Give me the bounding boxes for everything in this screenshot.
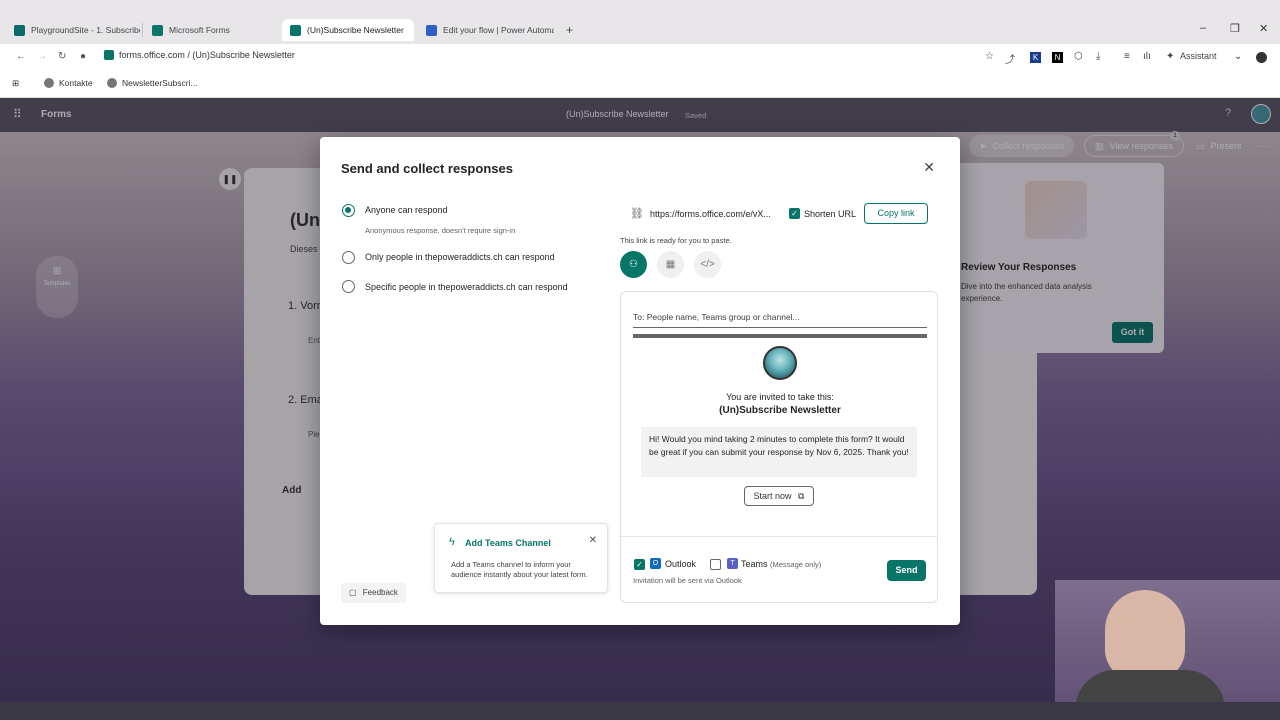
- forward-icon[interactable]: →: [37, 51, 47, 62]
- shorten-url-label: Shorten URL: [804, 209, 857, 219]
- forms-site-icon: [104, 50, 114, 60]
- outlook-icon: O: [650, 558, 661, 569]
- address-field[interactable]: forms.office.com / (Un)Subscribe Newslet…: [104, 50, 295, 60]
- bottom-strip: [0, 702, 1280, 720]
- teams-card-body: Add a Teams channel to inform your audie…: [451, 560, 588, 579]
- invitation-via-text: Invitation will be sent via Outlook: [633, 576, 742, 585]
- webcam-overlay: [1055, 580, 1280, 720]
- bookmark-kontakte[interactable]: Kontakte: [44, 78, 93, 88]
- assistant-icon[interactable]: ✦: [1166, 51, 1174, 62]
- outlook-checkbox[interactable]: ✓: [634, 559, 645, 570]
- presenter-face: [1105, 590, 1185, 680]
- form-link-url[interactable]: https://forms.office.com/e/vX...: [650, 209, 771, 219]
- bookmark-newsletter[interactable]: NewsletterSubscri...: [107, 78, 198, 88]
- link-icon: ⛓: [630, 208, 644, 220]
- radio-org-only[interactable]: [342, 251, 355, 264]
- apps-grid-icon[interactable]: ⊞: [12, 78, 19, 89]
- minimize-icon[interactable]: –: [1200, 22, 1206, 34]
- invite-form-name: (Un)Subscribe Newsletter: [719, 405, 841, 416]
- teams-note: (Message only): [770, 560, 822, 569]
- form-avatar: [763, 346, 797, 380]
- download-icon[interactable]: ⤓: [1096, 51, 1100, 62]
- embed-code-icon[interactable]: </>: [694, 251, 721, 278]
- reload-icon[interactable]: ↻: [58, 51, 66, 62]
- maximize-icon[interactable]: ❐: [1230, 22, 1240, 35]
- radio-anyone[interactable]: [342, 204, 355, 217]
- microphone-icon[interactable]: ●: [80, 51, 86, 62]
- close-teams-card-icon[interactable]: ✕: [589, 535, 597, 546]
- start-now-button: Start now ⧉: [744, 486, 814, 506]
- feedback-button[interactable]: ▢ Feedback: [341, 583, 406, 603]
- extension-icon[interactable]: K: [1030, 52, 1041, 63]
- sharepoint-icon: [14, 24, 25, 36]
- shorten-url-checkbox[interactable]: ✓: [789, 208, 800, 219]
- close-window-icon[interactable]: ✕: [1259, 22, 1268, 35]
- link-row: ⛓ https://forms.office.com/e/vX... ✓ Sho…: [620, 201, 928, 227]
- star-icon[interactable]: ☆: [985, 51, 994, 62]
- send-collect-dialog: Send and collect responses ✕ Anyone can …: [320, 137, 960, 625]
- tab-microsoft-forms[interactable]: Microsoft Forms: [144, 19, 280, 41]
- option-anyone-sub: Anonymous response, doesn't require sign…: [365, 226, 516, 235]
- share-icon[interactable]: ⤴: [1005, 51, 1015, 66]
- invite-message[interactable]: Hi! Would you mind taking 2 minutes to c…: [641, 427, 917, 477]
- address-bar-row: ← → ↻ ● forms.office.com / (Un)Subscribe…: [0, 44, 1280, 72]
- teams-card-title[interactable]: Add Teams Channel: [465, 538, 551, 548]
- forms-icon: [152, 24, 163, 36]
- qr-code-icon[interactable]: ▦: [657, 251, 684, 278]
- preview-divider: [621, 536, 937, 537]
- send-button[interactable]: Send: [887, 560, 926, 581]
- globe-icon: [44, 78, 54, 88]
- outlook-label: Outlook: [665, 559, 697, 569]
- chevron-down-icon[interactable]: ⌄: [1234, 51, 1242, 62]
- browser-tab-bar: PlaygroundSite - 1. Subscribe Microsoft …: [0, 0, 1280, 44]
- assistant-button[interactable]: Assistant: [1180, 51, 1217, 61]
- power-automate-icon: [426, 24, 437, 36]
- option-specific-label[interactable]: Specific people in thepoweraddicts.ch ca…: [365, 282, 568, 292]
- radio-specific-people[interactable]: [342, 280, 355, 293]
- new-tab-button[interactable]: +: [558, 19, 578, 41]
- tab-power-automate[interactable]: Edit your flow | Power Automate: [418, 19, 554, 41]
- menu-lines-icon[interactable]: ≡: [1124, 51, 1130, 62]
- tab-unsubscribe-newsletter[interactable]: (Un)Subscribe Newsletter: [282, 19, 414, 41]
- teams-label: Teams: [741, 559, 768, 569]
- invited-text: You are invited to take this:: [726, 392, 834, 402]
- external-link-icon: ⧉: [798, 491, 805, 501]
- option-anyone-label[interactable]: Anyone can respond: [365, 205, 448, 215]
- feedback-icon: ▢: [349, 588, 357, 597]
- tab-playground[interactable]: PlaygroundSite - 1. Subscribe: [6, 19, 140, 41]
- notion-icon[interactable]: N: [1052, 52, 1063, 63]
- share-people-icon[interactable]: ⚇: [620, 251, 647, 278]
- link-ready-text: This link is ready for you to paste.: [620, 236, 732, 245]
- option-org-only-label[interactable]: Only people in thepoweraddicts.ch can re…: [365, 252, 555, 262]
- bookmarks-bar: ⊞ Kontakte NewsletterSubscri...: [0, 72, 1280, 98]
- recipient-input[interactable]: To: People name, Teams group or channel.…: [633, 312, 927, 328]
- teams-icon: T: [727, 558, 738, 569]
- globe-icon: [107, 78, 117, 88]
- invitation-preview: To: People name, Teams group or channel.…: [620, 291, 938, 603]
- puzzle-icon[interactable]: ⬡: [1074, 51, 1083, 62]
- copy-link-button[interactable]: Copy link: [864, 203, 928, 224]
- lightning-icon: ϟ: [449, 536, 455, 548]
- audio-icon[interactable]: ılı: [1143, 51, 1151, 62]
- teams-checkbox[interactable]: [710, 559, 721, 570]
- back-icon[interactable]: ←: [16, 51, 26, 62]
- add-teams-channel-card: ϟ Add Teams Channel ✕ Add a Teams channe…: [434, 523, 608, 593]
- dialog-title: Send and collect responses: [341, 161, 513, 176]
- close-icon[interactable]: ✕: [923, 159, 935, 176]
- forms-icon: [290, 24, 301, 36]
- preview-header-bar: [633, 334, 927, 338]
- profile-avatar[interactable]: [1256, 52, 1267, 63]
